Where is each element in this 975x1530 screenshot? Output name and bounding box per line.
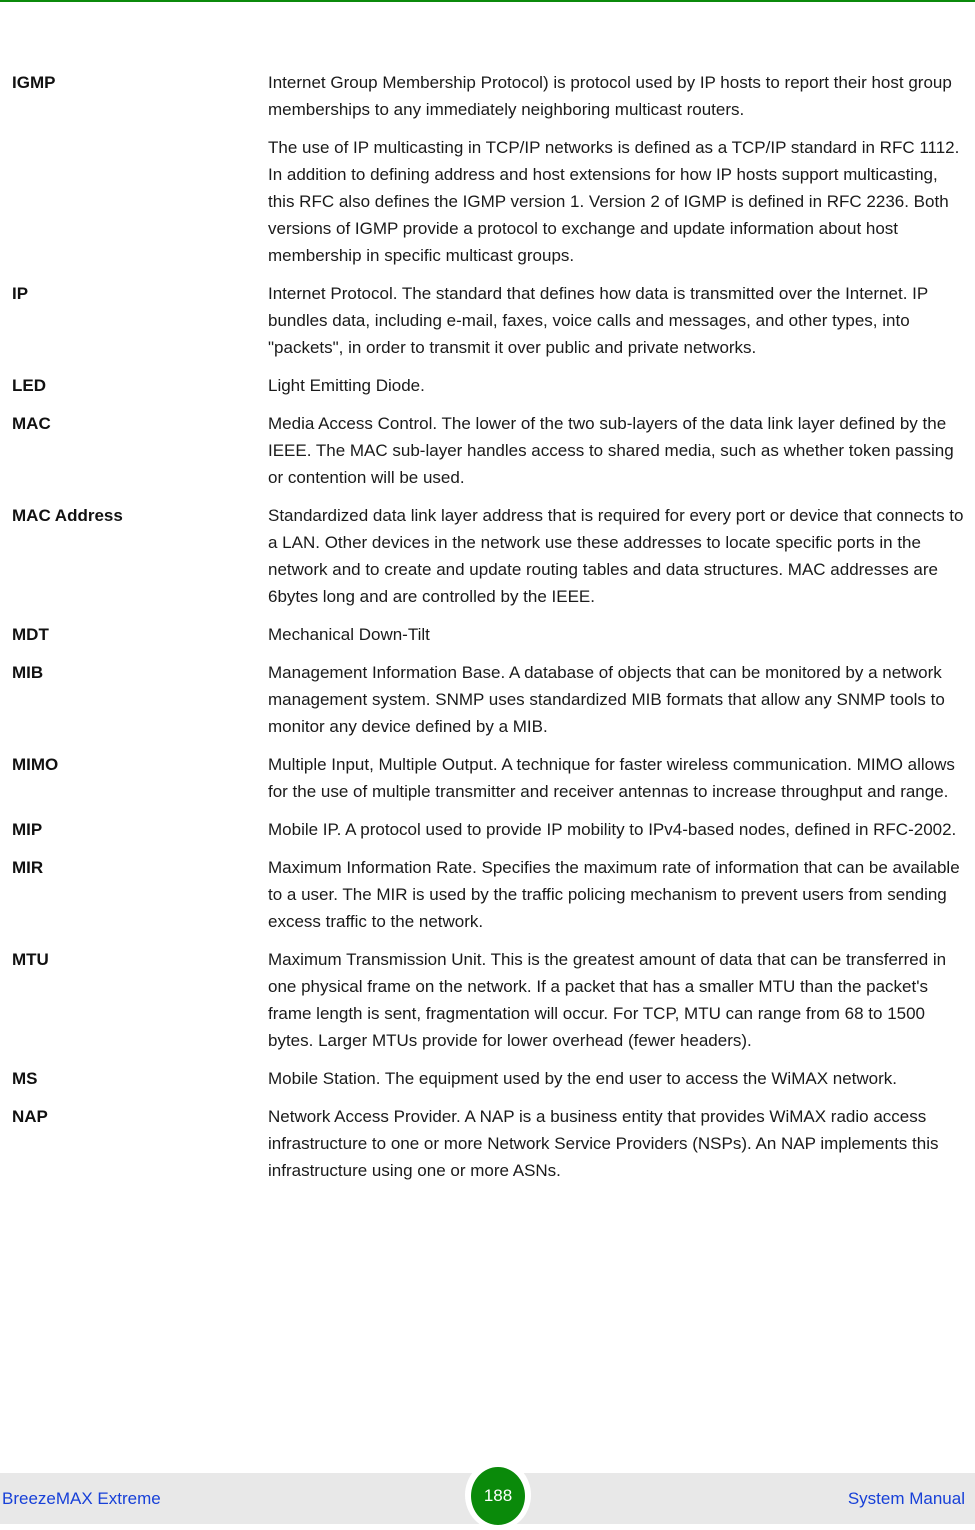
glossary-entry: MTU Maximum Transmission Unit. This is th…: [12, 946, 967, 1054]
glossary-entry: MAC Address Standardized data link layer …: [12, 502, 967, 610]
glossary-definition: Standardized data link layer address tha…: [268, 502, 967, 610]
glossary-term: NAP: [12, 1107, 48, 1126]
definition-paragraph: Light Emitting Diode.: [268, 376, 425, 395]
glossary-entry: MDT Mechanical Down-Tilt: [12, 621, 967, 648]
glossary-definition: Internet Protocol. The standard that def…: [268, 280, 967, 361]
definition-paragraph: Media Access Control. The lower of the t…: [268, 414, 954, 487]
glossary-definition: Management Information Base. A database …: [268, 659, 967, 740]
glossary-definition: Mobile IP. A protocol used to provide IP…: [268, 816, 967, 843]
glossary-term: MIP: [12, 820, 43, 839]
glossary-definition: Maximum Transmission Unit. This is the g…: [268, 946, 967, 1054]
glossary-entry: MIMO Multiple Input, Multiple Output. A t…: [12, 751, 967, 805]
glossary-entry: IGMP Internet Group Membership Protocol) …: [12, 69, 967, 269]
glossary-term: IGMP: [12, 73, 56, 92]
definition-paragraph: Mobile Station. The equipment used by th…: [268, 1069, 898, 1088]
glossary-term: MIB: [12, 663, 44, 682]
glossary-definition: Multiple Input, Multiple Output. A techn…: [268, 751, 967, 805]
glossary-entry: MIP Mobile IP. A protocol used to provide…: [12, 816, 967, 843]
glossary-entry: MAC Media Access Control. The lower of th…: [12, 410, 967, 491]
definition-paragraph: Management Information Base. A database …: [268, 663, 945, 736]
definition-paragraph: Internet Group Membership Protocol) is p…: [268, 73, 952, 119]
glossary-term: MIMO: [12, 755, 59, 774]
glossary-term: MTU: [12, 950, 49, 969]
page-number-badge: 188: [471, 1467, 525, 1525]
definition-paragraph: Network Access Provider. A NAP is a busi…: [268, 1107, 939, 1180]
glossary-definition: Mobile Station. The equipment used by th…: [268, 1065, 967, 1092]
glossary-term: IP: [12, 284, 29, 303]
glossary-definition: Internet Group Membership Protocol) is p…: [268, 69, 967, 269]
definition-paragraph: Mechanical Down-Tilt: [268, 625, 430, 644]
glossary-definition: Network Access Provider. A NAP is a busi…: [268, 1103, 967, 1184]
glossary-entry: MIB Management Information Base. A databa…: [12, 659, 967, 740]
glossary-definition: Mechanical Down-Tilt: [268, 621, 967, 648]
glossary-entry: MS Mobile Station. The equipment used by …: [12, 1065, 967, 1092]
glossary-definition: Maximum Information Rate. Specifies the …: [268, 854, 967, 935]
glossary-term: MS: [12, 1069, 38, 1088]
glossary-entry: IP Internet Protocol. The standard that d…: [12, 280, 967, 361]
definition-paragraph: Multiple Input, Multiple Output. A techn…: [268, 755, 955, 801]
glossary-list: IGMP Internet Group Membership Protocol) …: [12, 69, 967, 1195]
glossary-definition: Light Emitting Diode.: [268, 372, 967, 399]
footer-document-type: System Manual: [847, 1489, 965, 1508]
definition-paragraph: Internet Protocol. The standard that def…: [268, 284, 928, 357]
header-rule: [0, 0, 975, 2]
glossary-definition: Media Access Control. The lower of the t…: [268, 410, 967, 491]
definition-paragraph: Maximum Information Rate. Specifies the …: [268, 858, 960, 931]
glossary-entry: LED Light Emitting Diode.: [12, 372, 967, 399]
glossary-term: MDT: [12, 625, 49, 644]
definition-paragraph: Standardized data link layer address tha…: [268, 506, 964, 606]
definition-paragraph: Maximum Transmission Unit. This is the g…: [268, 950, 947, 1050]
definition-paragraph: Mobile IP. A protocol used to provide IP…: [268, 820, 957, 839]
glossary-entry: MIR Maximum Information Rate. Specifies t…: [12, 854, 967, 935]
glossary-term: LED: [12, 376, 46, 395]
glossary-term: MIR: [12, 858, 44, 877]
glossary-entry: NAP Network Access Provider. A NAP is a b…: [12, 1103, 967, 1184]
definition-paragraph: The use of IP multicasting in TCP/IP net…: [268, 138, 960, 265]
glossary-term: MAC: [12, 414, 51, 433]
footer-product-name: BreezeMAX Extreme: [2, 1489, 161, 1508]
glossary-term: MAC Address: [12, 506, 123, 525]
